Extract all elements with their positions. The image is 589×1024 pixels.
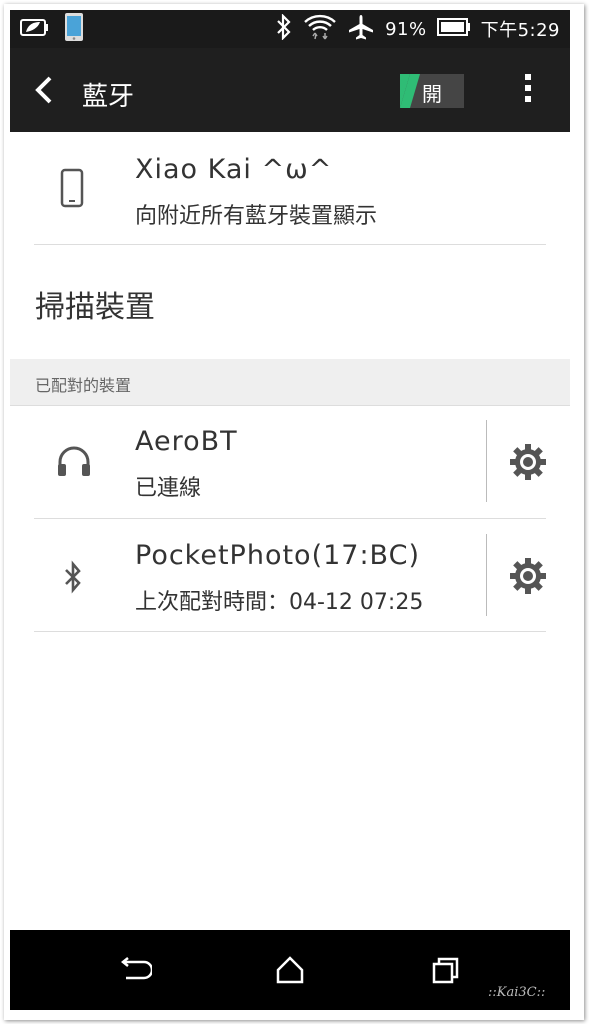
section-label: 已配對的裝置 [35,376,132,395]
paired-device-row: AeroBT 已連線 [10,410,570,522]
toggle-label: 開 [422,82,442,106]
vertical-divider [486,420,487,502]
eco-battery-icon [20,16,50,42]
headphones-icon [56,446,92,482]
paired-device-status: 已連線 [135,476,202,501]
action-bar: 藍牙 開 [10,48,570,132]
watermark: ::Kai3C:: [488,985,546,1000]
paired-devices-header: 已配對的裝置 [10,359,570,405]
paired-device-row: PocketPhoto(17:BC) 上次配對時間：04-12 07:25 [10,524,570,636]
bluetooth-toggle[interactable]: 開 [400,74,464,108]
back-arrow-icon[interactable] [32,75,58,105]
divider [34,518,546,519]
scan-devices-button[interactable]: 掃描裝置 [10,246,570,358]
home-icon[interactable] [272,952,308,988]
paired-device-name: AeroBT [135,426,238,457]
phone-icon [64,12,84,46]
bluetooth-icon [62,560,84,598]
device-visibility: 向附近所有藍牙裝置顯示 [135,204,378,229]
back-icon[interactable] [116,952,154,988]
paired-device-status: 上次配對時間：04-12 07:25 [135,590,424,615]
page-title: 藍牙 [82,82,135,112]
divider [10,405,570,406]
toggle-on-indicator [400,74,420,108]
paired-device-name: PocketPhoto(17:BC) [135,540,420,571]
device-settings-gear-icon[interactable] [508,442,548,482]
device-name: Xiao Kai ^ω^ [135,154,333,185]
divider [34,631,546,632]
paired-device-aerobt[interactable]: AeroBT 已連線 [10,410,486,522]
vertical-divider [486,534,487,616]
navigation-bar [10,930,570,1010]
battery-percent: 91% [385,18,427,40]
phone-icon [60,168,84,212]
battery-icon [436,17,471,41]
divider [34,244,546,245]
this-device-row[interactable]: Xiao Kai ^ω^ 向附近所有藍牙裝置顯示 [10,132,570,244]
device-settings-gear-icon[interactable] [508,556,548,596]
bluetooth-icon [275,13,293,44]
overflow-menu-icon[interactable] [520,74,536,110]
scan-devices-label: 掃描裝置 [35,290,155,325]
paired-device-pocketphoto[interactable]: PocketPhoto(17:BC) 上次配對時間：04-12 07:25 [10,524,486,636]
clock: 下午5:29 [480,20,560,41]
status-bar: 91% 下午5:29 [10,10,570,48]
airplane-icon [347,13,375,45]
wifi-icon [303,13,337,45]
recent-apps-icon[interactable] [428,952,464,988]
phone-screen: 91% 下午5:29 藍牙 開 Xiao Kai ^ω^ 向附近所有藍牙裝置顯示… [10,10,570,1010]
